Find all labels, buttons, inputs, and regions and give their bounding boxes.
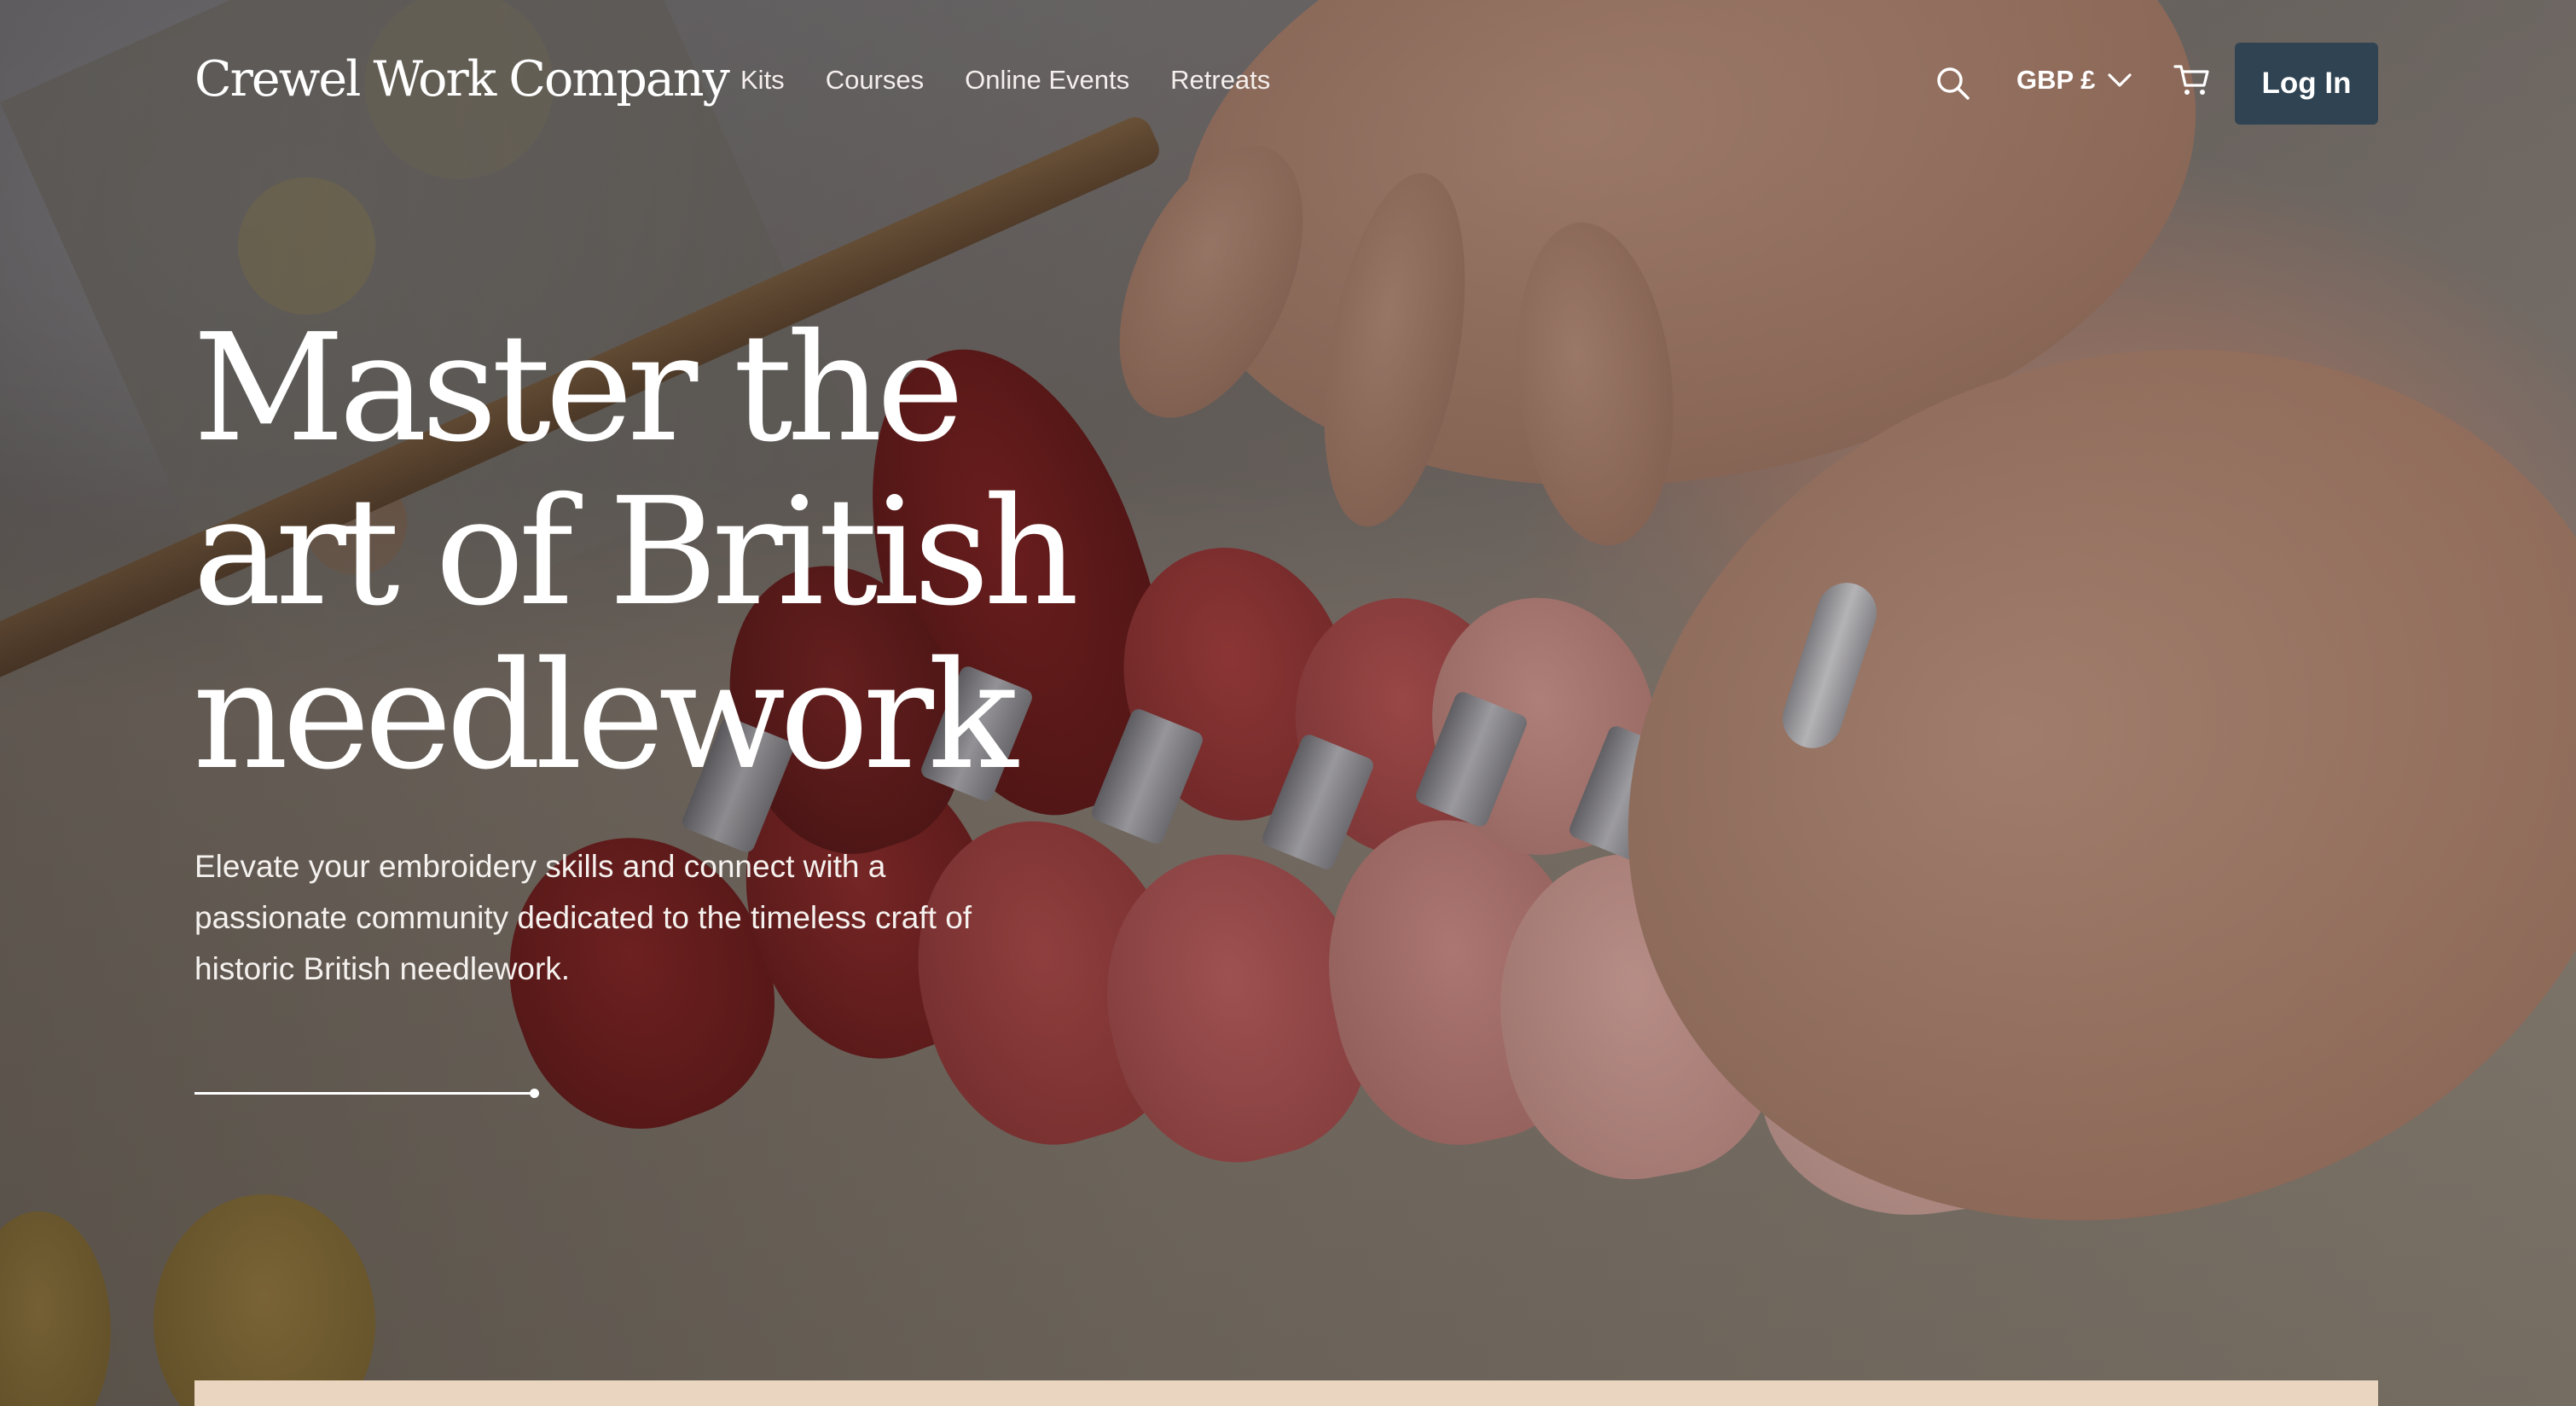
next-section-strip [194, 1380, 2378, 1406]
slide-progress-bar [194, 1089, 539, 1098]
hero-subcopy-line: historic British needlework. [194, 951, 571, 986]
cart-icon[interactable] [2173, 63, 2211, 97]
nav-item-courses[interactable]: Courses [826, 65, 924, 96]
brand-logo[interactable]: Crewel Work Company [194, 51, 730, 107]
nav-item-kits[interactable]: Kits [740, 65, 785, 96]
progress-fill [194, 1092, 534, 1095]
progress-knob [530, 1089, 539, 1098]
main-nav: Kits Courses Online Events Retreats [740, 65, 1270, 96]
search-icon[interactable] [1935, 65, 1972, 102]
hero-subcopy: Elevate your embroidery skills and conne… [194, 841, 1047, 995]
hero-headline-line: needlework [193, 630, 1018, 803]
hero-subcopy-line: passionate community dedicated to the ti… [194, 900, 972, 935]
chevron-down-icon [2108, 73, 2132, 87]
nav-item-retreats[interactable]: Retreats [1170, 65, 1270, 96]
hero-headline-line: Master the [193, 302, 965, 475]
login-button[interactable]: Log In [2235, 43, 2378, 125]
hero-headline-line: art of British [193, 466, 1079, 639]
currency-selector[interactable]: GBP £ [2016, 65, 2132, 96]
hero-subcopy-line: Elevate your embroidery skills and conne… [194, 849, 886, 884]
hero-headline: Master the art of British needlework [193, 307, 1387, 799]
currency-label: GBP £ [2016, 65, 2096, 95]
nav-item-online-events[interactable]: Online Events [965, 65, 1129, 96]
